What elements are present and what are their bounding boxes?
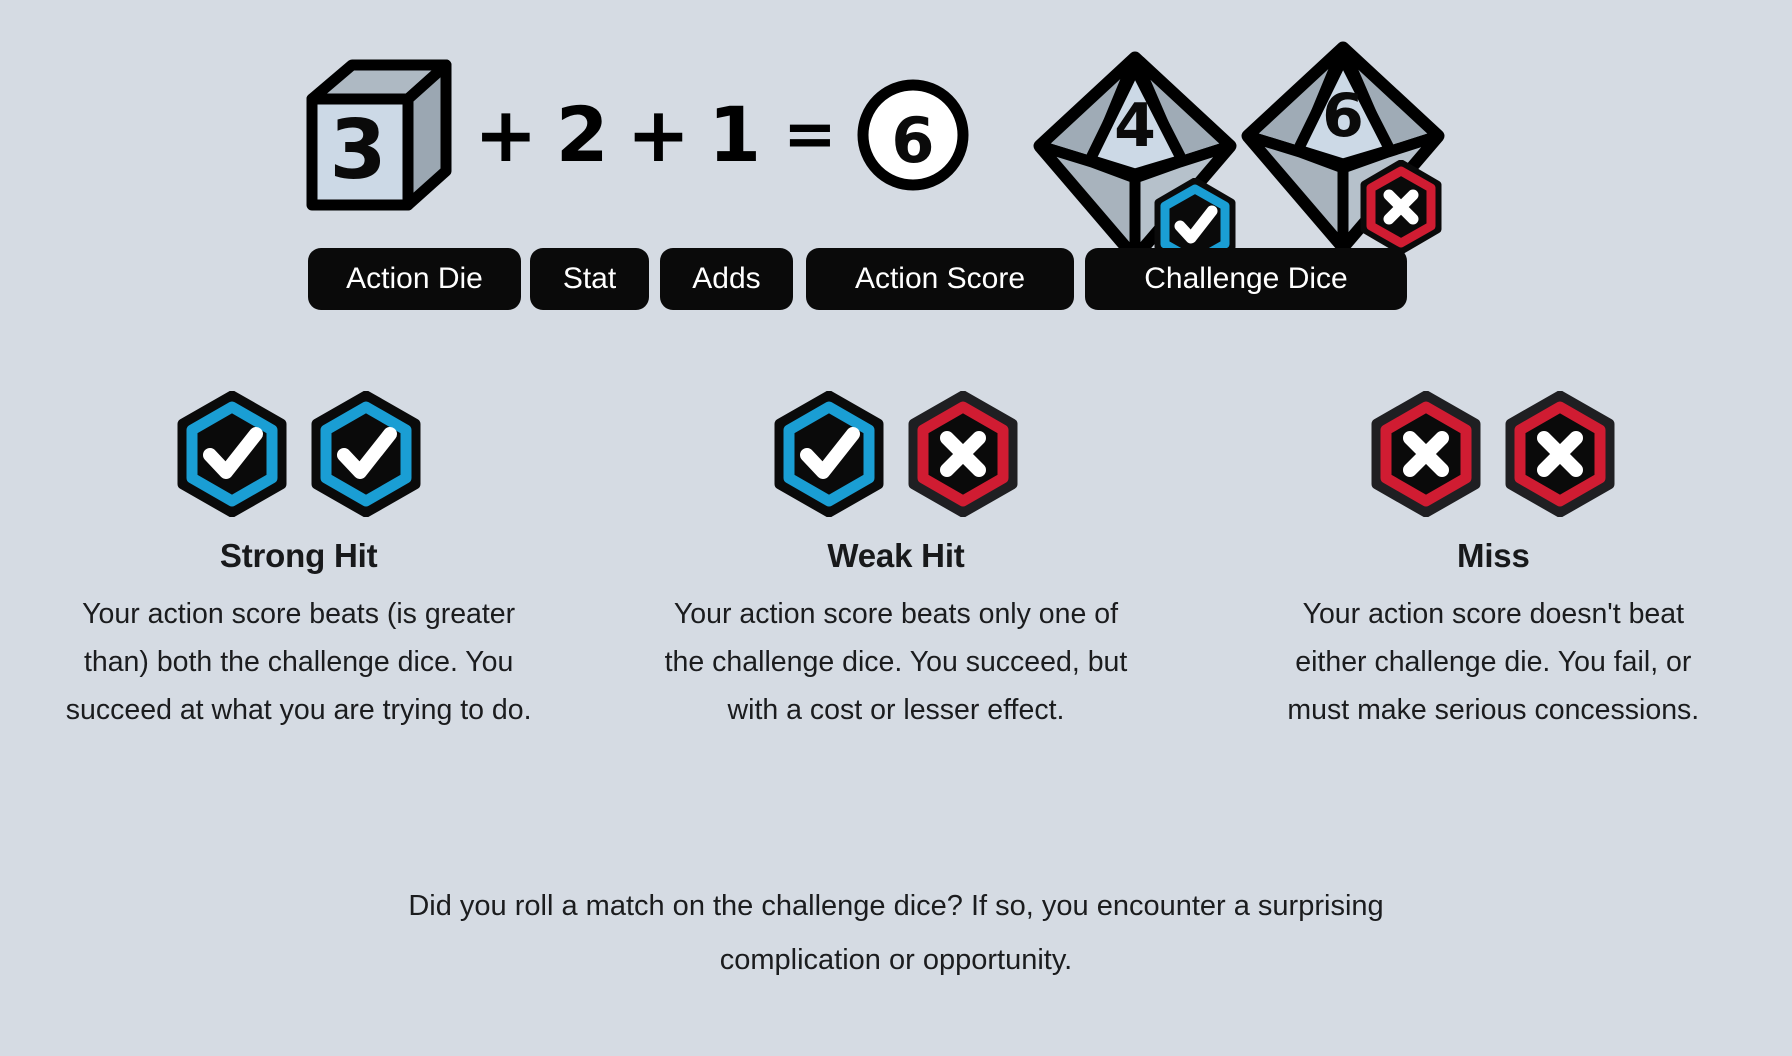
- dice-roll-reference-infographic: 3 + 2 + 1 = 6 4 6 Action Die Stat Adds A…: [0, 0, 1792, 1056]
- outcome-description: Your action score beats only one of the …: [664, 598, 1128, 726]
- action-die-value: 3: [329, 103, 386, 198]
- challenge-die-1-icon: 4: [1030, 50, 1240, 273]
- x-badge-red-icon: [904, 390, 1022, 518]
- plus-sign-2: +: [626, 90, 691, 179]
- miss-badge-pair: [1367, 390, 1619, 518]
- adds-value: 1: [708, 90, 762, 179]
- outcome-title: Strong Hit: [219, 537, 378, 574]
- outcome-strong-hit: Strong Hit Your action score beats (is g…: [0, 390, 597, 825]
- challenge-die-2-value: 6: [1322, 81, 1364, 151]
- challenge-die-1-value: 4: [1114, 91, 1156, 161]
- equals-sign: =: [783, 98, 837, 172]
- strong-hit-badge-pair: [173, 390, 425, 518]
- challenge-die-2-icon: 6: [1238, 40, 1448, 255]
- action-score-value: 6: [891, 104, 934, 177]
- challenge-die-2-x-badge-icon: [1358, 159, 1444, 255]
- pill-challenge-dice: Challenge Dice: [1085, 248, 1407, 310]
- pill-stat: Stat: [530, 248, 649, 310]
- x-badge-red-icon: [1501, 390, 1619, 518]
- action-score-token-icon: 6: [855, 77, 971, 193]
- pill-adds: Adds: [660, 248, 793, 310]
- outcome-title: Weak Hit: [827, 537, 965, 574]
- weak-hit-badge-pair: [770, 390, 1022, 518]
- label-pill-row: Action Die Stat Adds Action Score Challe…: [0, 248, 1792, 314]
- plus-sign-1: +: [474, 90, 538, 179]
- outcome-description: Your action score beats (is greater than…: [65, 598, 532, 726]
- challenge-dice-group: 4 6: [1030, 40, 1460, 273]
- action-die-cube-icon: 3: [300, 55, 458, 215]
- footer-note: Did you roll a match on the challenge di…: [408, 890, 1384, 976]
- outcome-miss: Miss Your action score doesn't beat eith…: [1195, 390, 1792, 825]
- outcomes-row: Strong Hit Your action score beats (is g…: [0, 390, 1792, 825]
- x-badge-red-icon: [1367, 390, 1485, 518]
- outcome-weak-hit: Weak Hit Your action score beats only on…: [597, 390, 1194, 825]
- check-badge-blue-icon: [307, 390, 425, 518]
- outcome-description: Your action score doesn't beat either ch…: [1287, 598, 1700, 726]
- check-badge-blue-icon: [770, 390, 888, 518]
- footer-note-area: Did you roll a match on the challenge di…: [0, 880, 1792, 987]
- stat-value: 2: [555, 90, 609, 179]
- check-badge-blue-icon: [173, 390, 291, 518]
- pill-action-die: Action Die: [308, 248, 521, 310]
- equation-row: 3 + 2 + 1 = 6: [300, 40, 971, 230]
- pill-action-score: Action Score: [806, 248, 1074, 310]
- outcome-title: Miss: [1457, 537, 1530, 574]
